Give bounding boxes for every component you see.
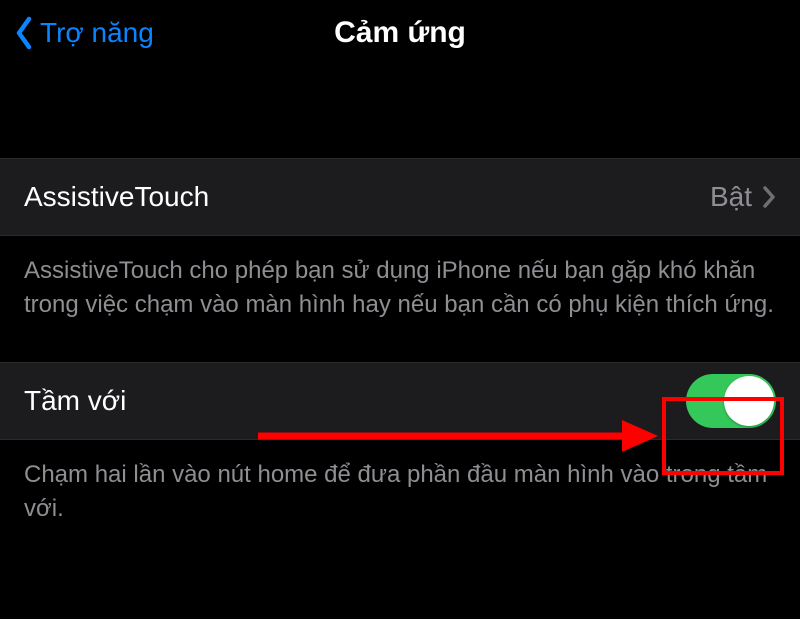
row-footer: Chạm hai lần vào nút home để đưa phần đầ…	[0, 440, 800, 548]
row-label: AssistiveTouch	[24, 181, 710, 213]
navbar: Trợ năng Cảm ứng	[0, 0, 800, 66]
chevron-right-icon	[762, 185, 776, 209]
row-reachability: Tầm với	[0, 362, 800, 440]
row-value: Bật	[710, 181, 752, 213]
chevron-left-icon	[14, 16, 34, 50]
row-footer: AssistiveTouch cho phép bạn sử dụng iPho…	[0, 236, 800, 344]
back-label: Trợ năng	[40, 17, 154, 49]
toggle-knob	[724, 376, 774, 426]
row-label: Tầm với	[24, 385, 686, 417]
row-assistivetouch[interactable]: AssistiveTouch Bật	[0, 158, 800, 236]
back-button[interactable]: Trợ năng	[14, 16, 154, 50]
reachability-toggle[interactable]	[686, 374, 776, 428]
